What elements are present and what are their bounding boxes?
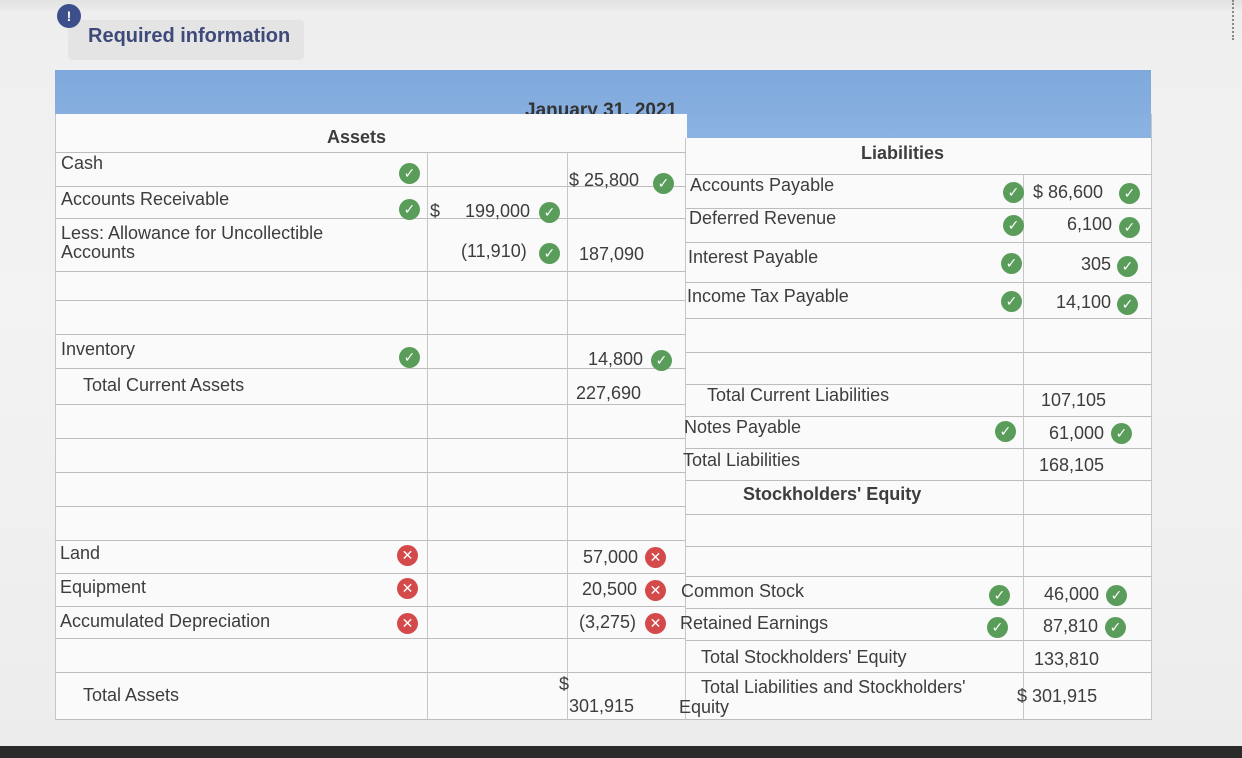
total-current-liabilities-label: Total Current Liabilities [707,385,889,406]
correct-icon: ✓ [1001,253,1022,274]
notes-payable-amount[interactable]: 61,000 [1049,423,1104,444]
total-liabilities-amount[interactable]: 168,105 [1039,455,1104,476]
correct-icon: ✓ [1001,291,1022,312]
top-edge [0,0,1242,14]
allowance-label-line2: Accounts [61,242,135,263]
total-liabilities-equity-amount[interactable]: $ 301,915 [1017,686,1097,707]
correct-icon: ✓ [1119,183,1140,204]
cash-label: Cash [61,153,103,174]
notes-payable-label: Notes Payable [684,417,801,438]
inventory-amount[interactable]: 14,800 [588,349,643,370]
total-assets-amount[interactable]: 301,915 [569,696,634,717]
correct-icon: ✓ [1105,617,1126,638]
liabilities-heading: Liabilities [861,143,944,164]
correct-icon: ✓ [651,350,672,371]
correct-icon: ✓ [995,421,1016,442]
common-stock-amount[interactable]: 46,000 [1044,584,1099,605]
correct-icon: ✓ [1117,294,1138,315]
incorrect-icon: ✕ [397,545,418,566]
correct-icon: ✓ [1003,215,1024,236]
correct-icon: ✓ [1111,423,1132,444]
total-equity-amount[interactable]: 133,810 [1034,649,1099,670]
assets-heading: Assets [327,127,386,148]
alert-icon: ! [57,4,81,28]
incorrect-icon: ✕ [645,547,666,568]
required-info-label: Required information [88,25,290,48]
correct-icon: ✓ [1117,256,1138,277]
total-current-liabilities-amount[interactable]: 107,105 [1041,390,1106,411]
ar-gross-amount[interactable]: 199,000 [465,201,530,222]
correct-icon: ✓ [653,173,674,194]
deferred-revenue-label: Deferred Revenue [689,208,836,229]
income-tax-payable-label: Income Tax Payable [687,286,849,307]
equipment-amount[interactable]: 20,500 [582,579,637,600]
total-current-assets-amount[interactable]: 227,690 [576,383,641,404]
retained-earnings-amount[interactable]: 87,810 [1043,616,1098,637]
correct-icon: ✓ [1106,585,1127,606]
accumulated-depreciation-amount[interactable]: (3,275) [579,612,636,633]
right-edge [1232,0,1242,40]
interest-payable-amount[interactable]: 305 [1081,254,1111,275]
correct-icon: ✓ [989,585,1010,606]
allowance-amount[interactable]: (11,910) [461,241,527,262]
correct-icon: ✓ [987,617,1008,638]
total-equity-label: Total Stockholders' Equity [701,647,907,668]
total-assets-label: Total Assets [83,685,179,706]
cash-amount[interactable]: $ 25,800 [569,170,639,191]
accounts-payable-amount[interactable]: $ 86,600 [1033,182,1103,203]
interest-payable-label: Interest Payable [688,247,818,268]
total-liabilities-label: Total Liabilities [683,450,800,471]
correct-icon: ✓ [399,199,420,220]
land-amount[interactable]: 57,000 [583,547,638,568]
correct-icon: ✓ [399,347,420,368]
income-tax-payable-amount[interactable]: 14,100 [1056,292,1111,313]
land-label: Land [60,543,100,564]
total-current-assets-label: Total Current Assets [83,375,244,396]
correct-icon: ✓ [539,202,560,223]
incorrect-icon: ✕ [645,613,666,634]
incorrect-icon: ✕ [645,580,666,601]
correct-icon: ✓ [399,163,420,184]
inventory-label: Inventory [61,339,135,360]
total-liabilities-equity-label-line2: Equity [679,697,729,718]
incorrect-icon: ✕ [397,613,418,634]
accounts-payable-label: Accounts Payable [690,175,834,196]
allowance-label-line1: Less: Allowance for Uncollectible [61,223,323,244]
deferred-revenue-amount[interactable]: 6,100 [1067,214,1112,235]
ar-label: Accounts Receivable [61,189,229,210]
correct-icon: ✓ [539,243,560,264]
bottom-edge [0,746,1242,758]
incorrect-icon: ✕ [397,578,418,599]
ar-net-amount[interactable]: 187,090 [579,244,644,265]
equipment-label: Equipment [60,577,146,598]
balance-sheet: January 31, 2021 Assets Liabilities Cash [55,68,1155,728]
total-assets-currency: $ [559,674,569,695]
accumulated-depreciation-label: Accumulated Depreciation [60,611,270,632]
correct-icon: ✓ [1119,217,1140,238]
retained-earnings-label: Retained Earnings [680,613,828,634]
equity-heading: Stockholders' Equity [743,484,921,505]
total-liabilities-equity-label-line1: Total Liabilities and Stockholders' [701,677,966,698]
correct-icon: ✓ [1003,182,1024,203]
ar-currency: $ [430,201,440,222]
common-stock-label: Common Stock [681,581,804,602]
